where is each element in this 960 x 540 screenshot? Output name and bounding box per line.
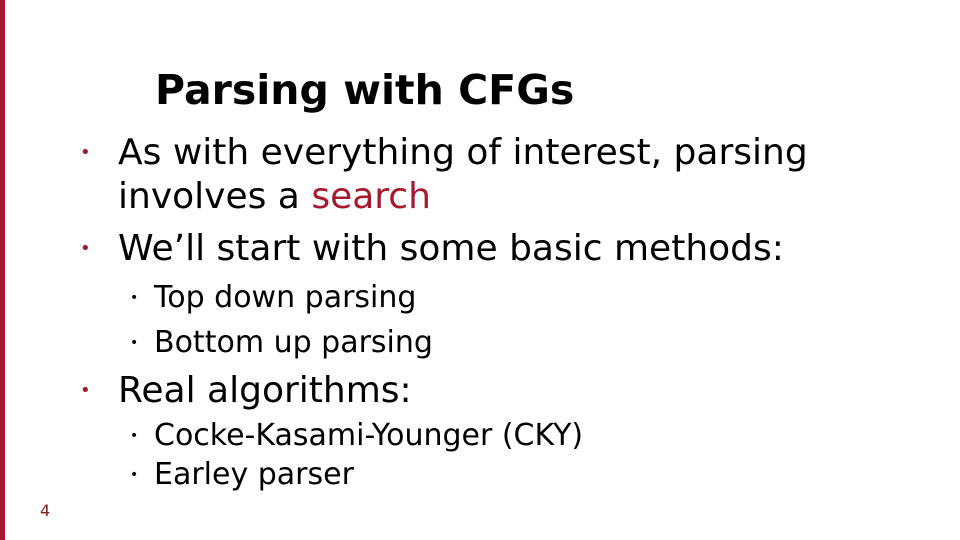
slide-title: Parsing with CFGs bbox=[155, 66, 575, 114]
bullet-2-sub-1: Top down parsing bbox=[154, 280, 417, 315]
bullet-2-text: We’ll start with some basic methods: bbox=[118, 228, 784, 269]
bullet-3-text: Real algorithms: bbox=[118, 370, 412, 411]
sub-bullet-marker: • bbox=[130, 467, 139, 483]
sub-bullet-marker: • bbox=[130, 290, 139, 306]
bullet-2-sub-2: Bottom up parsing bbox=[154, 325, 433, 360]
bullet-marker: • bbox=[80, 238, 91, 259]
slide-number: 4 bbox=[40, 501, 51, 520]
bullet-1-line-1: As with everything of interest, parsing bbox=[118, 132, 808, 173]
bullet-marker: • bbox=[80, 380, 91, 401]
bullet-1-line-2: involves a search bbox=[118, 175, 431, 219]
highlighted-term-search: search bbox=[311, 176, 431, 217]
bullet-3-sub-2: Earley parser bbox=[154, 457, 354, 492]
bullet-marker: • bbox=[80, 142, 91, 163]
sub-bullet-marker: • bbox=[130, 428, 139, 444]
sub-bullet-marker: • bbox=[130, 335, 139, 351]
left-accent-bar bbox=[0, 0, 5, 540]
bullet-1-prefix: involves a bbox=[118, 176, 312, 217]
bullet-3-sub-1: Cocke-Kasami-Younger (CKY) bbox=[154, 418, 584, 453]
